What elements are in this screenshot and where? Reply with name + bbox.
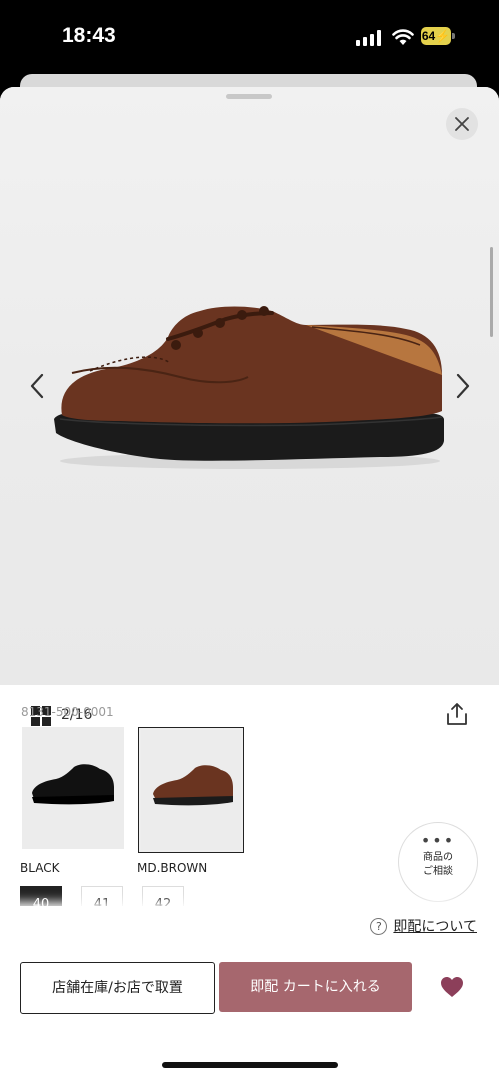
more-dots-icon: ••• — [420, 831, 456, 850]
battery-level: 64 — [421, 29, 436, 43]
product-image-shoe — [54, 306, 444, 469]
variant-label-black: BLACK — [20, 861, 60, 875]
variant-swatch-black[interactable] — [22, 727, 124, 849]
next-image-button[interactable] — [452, 371, 474, 401]
battery-icon: 64⚡ — [421, 27, 451, 45]
favorite-heart-icon[interactable] — [440, 976, 464, 998]
consult-label-2: ご相談 — [423, 866, 453, 877]
variant-label-md-brown: MD.BROWN — [137, 861, 208, 875]
image-gallery[interactable] — [0, 87, 499, 685]
help-icon: ? — [370, 917, 388, 935]
add-to-cart-button[interactable]: 即配 カートに入れる — [219, 962, 412, 1012]
status-bar: 18:43 64⚡ — [0, 0, 499, 80]
close-button[interactable] — [446, 108, 478, 140]
consult-button[interactable]: ••• 商品の ご相談 — [398, 822, 478, 902]
delivery-help-label: 即配について — [393, 919, 477, 935]
variant-swatch-md-brown[interactable] — [138, 727, 244, 853]
bottom-action-bar: ? 即配について 店舗在庫/お店で取置 即配 カートに入れる — [0, 906, 499, 1080]
battery-cap — [452, 33, 455, 39]
share-icon[interactable] — [446, 702, 468, 726]
home-indicator[interactable] — [162, 1062, 338, 1068]
cellular-signal-icon — [356, 30, 381, 46]
product-sheet: 2/16 8131-500-0001 BLACK MD.BROWN 40 41 … — [0, 87, 499, 1080]
brown-shoe-thumbnail — [141, 730, 241, 850]
consult-label-1: 商品の — [423, 852, 453, 863]
wifi-icon — [392, 29, 414, 45]
store-stock-button[interactable]: 店舗在庫/お店で取置 — [20, 962, 215, 1014]
product-code: 8131-500-0001 — [21, 705, 114, 719]
sheet-grabber[interactable] — [226, 94, 272, 99]
status-time: 18:43 — [62, 24, 116, 47]
previous-image-button[interactable] — [26, 371, 48, 401]
black-shoe-thumbnail — [22, 727, 124, 849]
close-icon — [455, 117, 469, 131]
delivery-help-link[interactable]: ? 即配について — [370, 916, 477, 936]
gallery-scrollbar[interactable] — [490, 247, 493, 337]
